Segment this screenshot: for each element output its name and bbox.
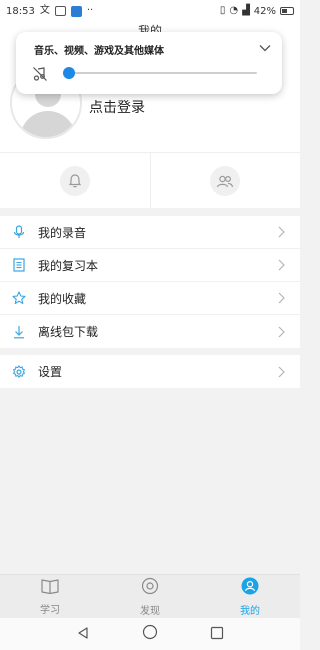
media-muted-icon[interactable] (32, 66, 48, 82)
star-icon (12, 291, 26, 305)
quick-icons-row (0, 152, 300, 208)
chevron-down-icon[interactable] (258, 41, 272, 55)
menu-item-review-book[interactable]: 我的复习本 (0, 249, 300, 282)
chevron-right-icon (274, 365, 288, 379)
tab-mine[interactable]: 我的 (200, 575, 300, 618)
gear-icon (12, 364, 26, 379)
tab-label: 我的 (240, 605, 260, 617)
notifications-cell[interactable] (0, 153, 150, 208)
menu-item-label: 设置 (38, 365, 63, 379)
book-icon (41, 578, 59, 598)
chevron-right-icon (274, 325, 288, 339)
tab-label: 学习 (40, 604, 60, 616)
menu-item-label: 离线包下载 (38, 325, 99, 339)
menu-item-settings[interactable]: 设置 (0, 355, 300, 388)
settings-group: 设置 (0, 355, 300, 388)
microphone-icon (12, 225, 26, 239)
tab-discover[interactable]: 发现 (100, 575, 200, 618)
volume-panel: 音乐、视频、游戏及其他媒体 (16, 32, 282, 94)
menu-item-label: 我的录音 (38, 225, 87, 240)
home-icon[interactable] (142, 624, 158, 644)
wifi-icon: ◔ (229, 5, 239, 16)
chevron-right-icon (274, 291, 288, 305)
menu-item-recordings[interactable]: 我的录音 (0, 216, 300, 249)
battery-percent: 42% (253, 5, 276, 17)
system-nav-bar (0, 618, 300, 650)
chevron-right-icon (274, 225, 288, 239)
friends-icon[interactable] (210, 165, 241, 196)
back-icon[interactable] (76, 625, 90, 644)
tab-label: 发现 (140, 605, 160, 617)
signal-icon: ▟ (242, 5, 250, 16)
menu-list: 我的录音 我的复习本 我的收藏 离线包下载 (0, 216, 300, 348)
login-link[interactable]: 点击登录 (89, 97, 145, 117)
recents-icon[interactable] (210, 625, 224, 644)
menu-item-label: 我的复习本 (38, 258, 99, 273)
status-time: 18:53 (6, 5, 35, 17)
volume-panel-title: 音乐、视频、游戏及其他媒体 (34, 46, 164, 57)
menu-item-favorites[interactable]: 我的收藏 (0, 282, 300, 315)
notification-app-icon: 文 (39, 5, 50, 16)
friends-cell[interactable] (149, 153, 301, 208)
tab-study[interactable]: 学习 (0, 575, 100, 618)
status-bar: 18:53 文 ·· ▯ ◔ ▟ 42% (0, 0, 300, 22)
bottom-nav: 学习 发现 我的 (0, 574, 300, 618)
bell-icon[interactable] (59, 165, 90, 196)
menu-item-offline-download[interactable]: 离线包下载 (0, 315, 300, 348)
volume-slider-track[interactable] (69, 72, 257, 74)
gallery-notification-icon (54, 6, 66, 16)
battery-icon (280, 7, 294, 15)
more-notifications-icon: ·· (86, 5, 94, 16)
volume-slider-thumb[interactable] (63, 67, 75, 79)
download-icon (12, 325, 26, 339)
app-notification-icon (70, 5, 82, 17)
menu-item-label: 我的收藏 (38, 291, 87, 306)
vibrate-icon: ▯ (219, 5, 226, 16)
discover-icon (141, 577, 159, 599)
notebook-icon (12, 258, 26, 272)
user-icon (241, 577, 259, 599)
chevron-right-icon (274, 258, 288, 272)
